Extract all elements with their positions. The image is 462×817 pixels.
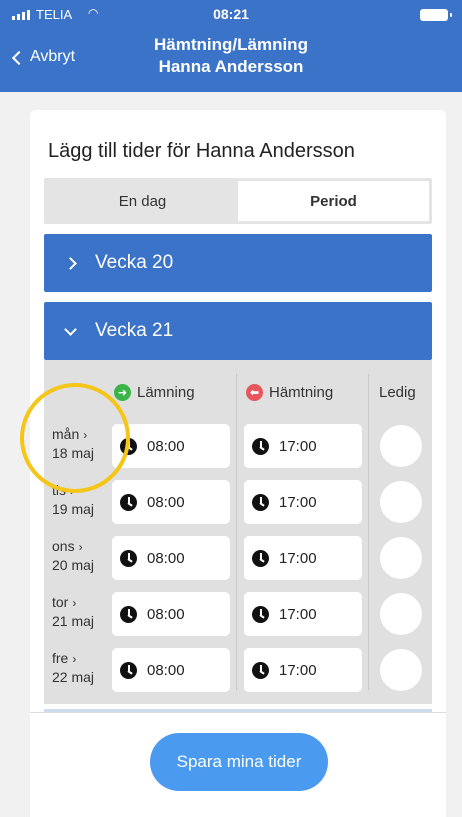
chevron-right-icon: › [72, 596, 77, 610]
free-day-toggle[interactable] [380, 537, 422, 579]
week-20-header[interactable]: Vecka 20 [44, 234, 432, 292]
day-row: fre › 22 maj 08:00 17:00 [44, 646, 432, 694]
pick-up-time-field[interactable]: 17:00 [244, 592, 362, 636]
highlight-circle [20, 383, 130, 493]
weekday: ons [52, 538, 75, 554]
pick-up-time-field[interactable]: 17:00 [244, 648, 362, 692]
drop-off-time: 08:00 [147, 493, 185, 511]
clock-icon [252, 549, 269, 567]
week-21-header[interactable]: Vecka 21 [44, 302, 432, 360]
drop-off-time-field[interactable]: 08:00 [112, 480, 230, 524]
drop-off-time-field[interactable]: 08:00 [112, 592, 230, 636]
title-line1: Hämtning/Lämning [154, 35, 308, 54]
pick-up-time: 17:00 [279, 549, 317, 567]
date: 21 maj [52, 613, 95, 629]
chevron-right-icon: › [78, 540, 83, 554]
free-day-toggle[interactable] [380, 425, 422, 467]
arrow-right-icon: ➜ [114, 384, 131, 401]
date: 22 maj [52, 669, 95, 685]
clock-icon [252, 493, 269, 511]
drop-off-time: 08:00 [147, 605, 185, 623]
day-row: tor › 21 maj 08:00 17:00 [44, 590, 432, 638]
status-time: 08:21 [213, 6, 249, 22]
clock-icon [252, 437, 269, 455]
chevron-down-icon [64, 322, 77, 336]
clock-icon [252, 661, 269, 679]
week-20-label: Vecka 20 [95, 252, 174, 273]
segment-en-dag[interactable]: En dag [47, 181, 238, 221]
drop-off-time: 08:00 [147, 437, 185, 455]
drop-off-time: 08:00 [147, 661, 185, 679]
day-label[interactable]: ons › 20 maj [52, 537, 94, 574]
battery-icon [420, 9, 452, 21]
clock-icon [120, 549, 137, 567]
title-line2: Hanna Andersson [158, 57, 304, 76]
weekday: fre [52, 650, 69, 666]
free-day-toggle[interactable] [380, 649, 422, 691]
day-label[interactable]: fre › 22 maj [52, 649, 94, 686]
week-21-label: Vecka 21 [95, 320, 174, 341]
save-button[interactable]: Spara mina tider [150, 733, 328, 791]
card-title: Lägg till tider för Hanna Andersson [48, 140, 355, 162]
drop-off-column-header: ➜ Lämning [114, 384, 195, 401]
drop-off-time-field[interactable]: 08:00 [112, 648, 230, 692]
drop-off-time: 08:00 [147, 549, 185, 567]
drop-off-label: Lämning [137, 384, 195, 401]
chevron-right-icon [64, 256, 77, 270]
free-day-toggle[interactable] [380, 593, 422, 635]
page-title: Hämtning/Lämning Hanna Andersson [0, 34, 462, 78]
free-label: Ledig [379, 384, 416, 401]
date: 20 maj [52, 557, 95, 573]
pick-up-time-field[interactable]: 17:00 [244, 424, 362, 468]
app-header: TELIA ◠ 08:21 Avbryt Hämtning/Lämning Ha… [0, 0, 462, 92]
mode-segmented-control: En dag Period [44, 178, 432, 224]
pick-up-column-header: ⬅ Hämtning [246, 384, 333, 401]
status-bar: TELIA ◠ 08:21 [0, 0, 462, 28]
pick-up-time-field[interactable]: 17:00 [244, 536, 362, 580]
pick-up-time: 17:00 [279, 661, 317, 679]
chevron-right-icon: › [72, 652, 77, 666]
arrow-left-icon: ⬅ [246, 384, 263, 401]
clock-icon [120, 661, 137, 679]
free-column-header: Ledig [379, 384, 416, 401]
pick-up-time: 17:00 [279, 493, 317, 511]
pick-up-time-field[interactable]: 17:00 [244, 480, 362, 524]
footer-bar: Spara mina tider [30, 709, 446, 817]
clock-icon [120, 493, 137, 511]
segment-period[interactable]: Period [238, 181, 429, 221]
pick-up-time: 17:00 [279, 437, 317, 455]
clock-icon [120, 605, 137, 623]
clock-icon [252, 605, 269, 623]
pick-up-time: 17:00 [279, 605, 317, 623]
day-label[interactable]: tor › 21 maj [52, 593, 94, 630]
drop-off-time-field[interactable]: 08:00 [112, 536, 230, 580]
day-row: ons › 20 maj 08:00 17:00 [44, 534, 432, 582]
weekday: tor [52, 594, 69, 610]
free-day-toggle[interactable] [380, 481, 422, 523]
drop-off-time-field[interactable]: 08:00 [112, 424, 230, 468]
pick-up-label: Hämtning [269, 384, 334, 401]
date: 19 maj [52, 501, 95, 517]
